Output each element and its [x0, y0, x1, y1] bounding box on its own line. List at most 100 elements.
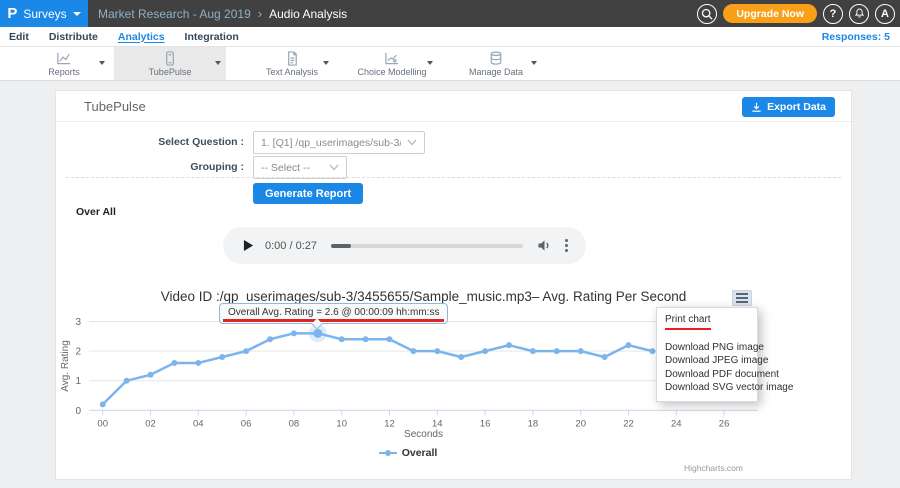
kebab-icon	[565, 239, 568, 242]
chart-menu-button[interactable]	[732, 290, 752, 306]
toolbar-item-reports[interactable]: Reports	[18, 47, 110, 80]
svg-text:14: 14	[432, 418, 443, 429]
svg-text:24: 24	[671, 418, 682, 429]
svg-text:16: 16	[480, 418, 491, 429]
svg-text:04: 04	[193, 418, 204, 429]
grouping-select[interactable]: -- Select --	[253, 156, 347, 179]
chevron-down-icon	[73, 12, 81, 16]
breadcrumb-survey-name[interactable]: Market Research - Aug 2019	[98, 7, 251, 21]
svg-text:26: 26	[719, 418, 730, 429]
svg-text:0: 0	[75, 406, 81, 417]
menu-item-print-chart[interactable]: Print chart	[657, 313, 757, 332]
toolbar-label: Choice Modelling	[357, 67, 426, 77]
breadcrumb: Market Research - Aug 2019 › Audio Analy…	[98, 6, 347, 21]
red-underline-annotation	[223, 319, 444, 322]
nav-integration[interactable]: Integration	[185, 31, 239, 43]
hamburger-icon	[736, 297, 748, 299]
legend-label: Overall	[402, 447, 438, 459]
question-mark-icon: ?	[830, 8, 837, 20]
chart-context-menu: Print chart Download PNG imageDownload JP…	[656, 307, 758, 402]
hamburger-icon	[736, 293, 748, 295]
panel-title: TubePulse	[84, 99, 146, 114]
svg-text:10: 10	[336, 418, 347, 429]
player-menu-button[interactable]	[565, 239, 568, 252]
kebab-icon	[565, 249, 568, 252]
volume-button[interactable]	[537, 239, 552, 252]
app-screen: P Surveys Market Research - Aug 2019 › A…	[0, 0, 900, 488]
chevron-down-icon[interactable]	[215, 61, 221, 65]
chevron-down-icon	[329, 164, 339, 171]
chevron-down-icon[interactable]	[323, 61, 329, 65]
notifications-button[interactable]	[849, 4, 869, 24]
top-bar: P Surveys Market Research - Aug 2019 › A…	[0, 0, 900, 27]
toolbar-label: Text Analysis	[266, 67, 318, 77]
panel-header: TubePulse Export Data	[56, 91, 851, 122]
search-icon	[701, 8, 713, 20]
toolbar-item-manage-data[interactable]: Manage Data	[450, 47, 542, 80]
nav-analytics[interactable]: Analytics	[118, 31, 165, 43]
menu-item-download-pdf-document[interactable]: Download PDF document	[657, 368, 757, 382]
search-button[interactable]	[697, 4, 717, 24]
legend-marker-icon	[379, 448, 397, 458]
chevron-down-icon[interactable]	[99, 61, 105, 65]
surveys-product-menu[interactable]: P Surveys	[0, 0, 88, 27]
play-icon	[243, 239, 254, 252]
form-separator	[66, 177, 841, 178]
question-select[interactable]: 1. [Q1] /qp_userimages/sub-3/3455655/S..…	[253, 131, 425, 154]
survey-nav: Edit Distribute Analytics Integration Re…	[0, 27, 900, 47]
audio-player: 0:00 / 0:27	[223, 227, 586, 264]
play-button[interactable]	[243, 239, 254, 252]
svg-text:00: 00	[97, 418, 108, 429]
toolbar-item-text-analysis[interactable]: Text Analysis	[250, 47, 334, 80]
svg-text:08: 08	[289, 418, 300, 429]
questionpro-logo: P	[7, 5, 17, 22]
nav-edit[interactable]: Edit	[9, 31, 29, 43]
database-icon	[487, 51, 505, 66]
menu-item-download-svg-vector-image[interactable]: Download SVG vector image	[657, 381, 757, 395]
rating-chart: Video ID :/qp_userimages/sub-3/3455655/S…	[56, 281, 853, 481]
legend-item-overall[interactable]: Overall	[56, 447, 760, 459]
export-data-button[interactable]: Export Data	[742, 97, 835, 117]
export-label: Export Data	[767, 101, 826, 113]
tubepulse-panel: TubePulse Export Data Select Question : …	[55, 90, 852, 480]
select-question-label: Select Question :	[94, 136, 244, 148]
analytics-toolbar: Reports TubePulse Text Analysis Choice M…	[0, 47, 900, 81]
kebab-icon	[565, 244, 568, 247]
chart-tooltip: Overall Avg. Rating = 2.6 @ 00:00:09 hh:…	[219, 303, 448, 324]
chevron-down-icon[interactable]	[427, 61, 433, 65]
chevron-down-icon[interactable]	[531, 61, 537, 65]
topbar-actions: Upgrade Now ? A	[697, 0, 895, 27]
toolbar-item-choice-modelling[interactable]: Choice Modelling	[346, 47, 438, 80]
overall-section-label: Over All	[76, 206, 116, 218]
breadcrumb-current-page: Audio Analysis	[269, 7, 347, 21]
generate-report-button[interactable]: Generate Report	[253, 183, 363, 204]
avatar[interactable]: A	[875, 4, 895, 24]
breadcrumb-separator: ›	[258, 6, 262, 21]
svg-text:02: 02	[145, 418, 156, 429]
seek-bar-played	[331, 244, 351, 248]
responses-count: Responses: 5	[822, 31, 890, 43]
volume-icon	[537, 239, 552, 252]
help-button[interactable]: ?	[823, 4, 843, 24]
x-axis-title: Seconds	[56, 429, 791, 440]
scatter-chart-icon	[383, 51, 401, 66]
nav-distribute[interactable]: Distribute	[49, 31, 98, 43]
svg-text:1: 1	[75, 376, 81, 387]
bell-icon	[853, 7, 866, 20]
toolbar-label: Manage Data	[469, 67, 523, 77]
player-time: 0:00 / 0:27	[265, 240, 317, 252]
seek-bar[interactable]	[331, 244, 523, 248]
upgrade-now-button[interactable]: Upgrade Now	[723, 4, 817, 23]
menu-item-download-jpeg-image[interactable]: Download JPEG image	[657, 354, 757, 368]
svg-text:20: 20	[575, 418, 586, 429]
grouping-label: Grouping :	[94, 161, 244, 173]
svg-text:Avg. Rating: Avg. Rating	[60, 340, 71, 392]
highcharts-credit-link[interactable]: Highcharts.com	[684, 463, 743, 473]
hamburger-icon	[736, 301, 748, 303]
menu-item-download-png-image[interactable]: Download PNG image	[657, 341, 757, 355]
document-icon	[283, 51, 301, 66]
grouping-select-value: -- Select --	[261, 162, 323, 174]
toolbar-item-tubepulse[interactable]: TubePulse	[114, 47, 226, 80]
question-select-value: 1. [Q1] /qp_userimages/sub-3/3455655/S..…	[261, 137, 401, 149]
svg-text:3: 3	[75, 317, 81, 328]
